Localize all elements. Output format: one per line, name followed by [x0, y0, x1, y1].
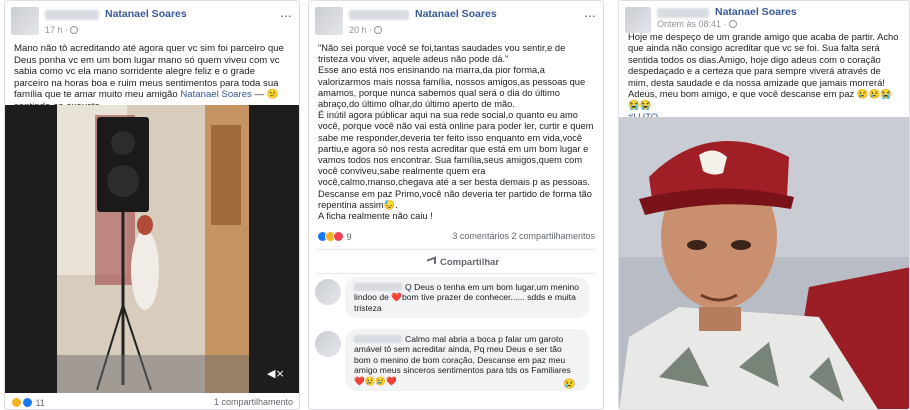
avatar[interactable]	[625, 7, 651, 33]
author-name[interactable]: Natanael Soares	[715, 6, 797, 18]
share-label: Compartilhar	[440, 257, 500, 268]
comment: Q Deus o tenha em um bom lugar,um menino…	[315, 277, 597, 325]
comment-avatar[interactable]	[315, 279, 341, 305]
post-paragraph: A ficha realmente não caiu !	[318, 211, 433, 222]
time-label[interactable]: Ontem às 08:41 ·	[657, 19, 727, 29]
post-card-1: Natanael Soares 17 h · ··· Mano não tô a…	[4, 0, 300, 410]
comment-avatar[interactable]	[315, 331, 341, 357]
post-header: Natanael Soares 17 h · ···	[5, 1, 299, 43]
time-label[interactable]: 20 h ·	[349, 25, 372, 35]
love-reaction-icon	[333, 231, 344, 242]
commenter-name[interactable]	[354, 335, 402, 343]
comment-bubble: Q Deus o tenha em um bom lugar,um menino…	[345, 277, 589, 319]
globe-icon	[374, 26, 383, 34]
post-text: "Não sei porque você se foi,tantas sauda…	[309, 43, 603, 222]
blurred-name	[349, 10, 409, 20]
share-count[interactable]: 1 compartilhamento	[214, 397, 293, 407]
author-name[interactable]: Natanael Soares	[105, 8, 187, 20]
post-text: Hoje me despeço de um grande amigo que a…	[619, 31, 909, 122]
blurred-name	[657, 8, 709, 18]
wow-reaction-icon	[11, 397, 22, 408]
globe-icon	[70, 26, 79, 34]
comment-bubble: Calmo mal abria a boca p falar um garoto…	[345, 329, 589, 392]
like-reaction-icon	[22, 397, 33, 408]
more-dots-icon[interactable]: ···	[280, 7, 292, 23]
reactions[interactable]: 11	[11, 397, 45, 408]
post-header: Natanael Soares Ontem às 08:41 ·	[619, 1, 909, 43]
globe-icon	[728, 20, 737, 28]
post-paragraph: Esse ano está nos ensinando na marra,da …	[318, 65, 586, 110]
reaction-bar: 11 1 compartilhamento	[5, 397, 299, 409]
profile-photo[interactable]	[619, 117, 909, 409]
post-paragraph: É inútil agora públicar aqui na sua rede…	[318, 110, 594, 188]
divider	[317, 249, 595, 250]
reactions[interactable]: 9	[317, 231, 352, 242]
reaction-bar: 9 3 comentários 2 compartilhamentos	[309, 231, 603, 245]
post-time[interactable]: Ontem às 08:41 ·	[657, 19, 737, 29]
divider	[317, 273, 595, 274]
post-paragraph: "Não sei porque você se foi,tantas sauda…	[318, 43, 566, 65]
blurred-name	[45, 10, 99, 20]
tagged-user-link[interactable]: Natanael Soares	[180, 89, 251, 100]
video-thumbnail[interactable]: ◀×	[5, 105, 299, 393]
post-time[interactable]: 17 h ·	[45, 25, 79, 35]
time-label[interactable]: 17 h ·	[45, 25, 68, 35]
share-button[interactable]: Compartilhar	[427, 256, 500, 268]
commenter-name[interactable]	[354, 283, 402, 291]
post-header: Natanael Soares 20 h · ···	[309, 1, 603, 43]
author-name[interactable]: Natanael Soares	[415, 8, 497, 20]
post-time[interactable]: 20 h ·	[349, 25, 383, 35]
post-card-3: Natanael Soares Ontem às 08:41 · Hoje me…	[618, 0, 910, 410]
avatar[interactable]	[315, 7, 343, 35]
comments-shares-count[interactable]: 3 comentários 2 compartilhamentos	[452, 231, 595, 241]
reaction-count[interactable]: 11	[36, 398, 45, 408]
photo-scene	[619, 117, 909, 409]
more-dots-icon[interactable]: ···	[584, 7, 596, 23]
comment: Calmo mal abria a boca p falar um garoto…	[315, 329, 597, 393]
post-text: Mano não tô acreditando até agora quer v…	[5, 43, 299, 113]
post-paragraph: Descanse em paz Primo,você não deveria t…	[318, 188, 592, 210]
svg-text:◀×: ◀×	[267, 367, 285, 380]
share-icon	[427, 256, 436, 267]
comment-reaction-icon: 😢	[563, 379, 576, 390]
reaction-count[interactable]: 9	[347, 232, 352, 242]
post-card-2: Natanael Soares 20 h · ··· "Não sei porq…	[308, 0, 604, 410]
avatar[interactable]	[11, 7, 39, 35]
video-scene: ◀×	[5, 105, 299, 393]
